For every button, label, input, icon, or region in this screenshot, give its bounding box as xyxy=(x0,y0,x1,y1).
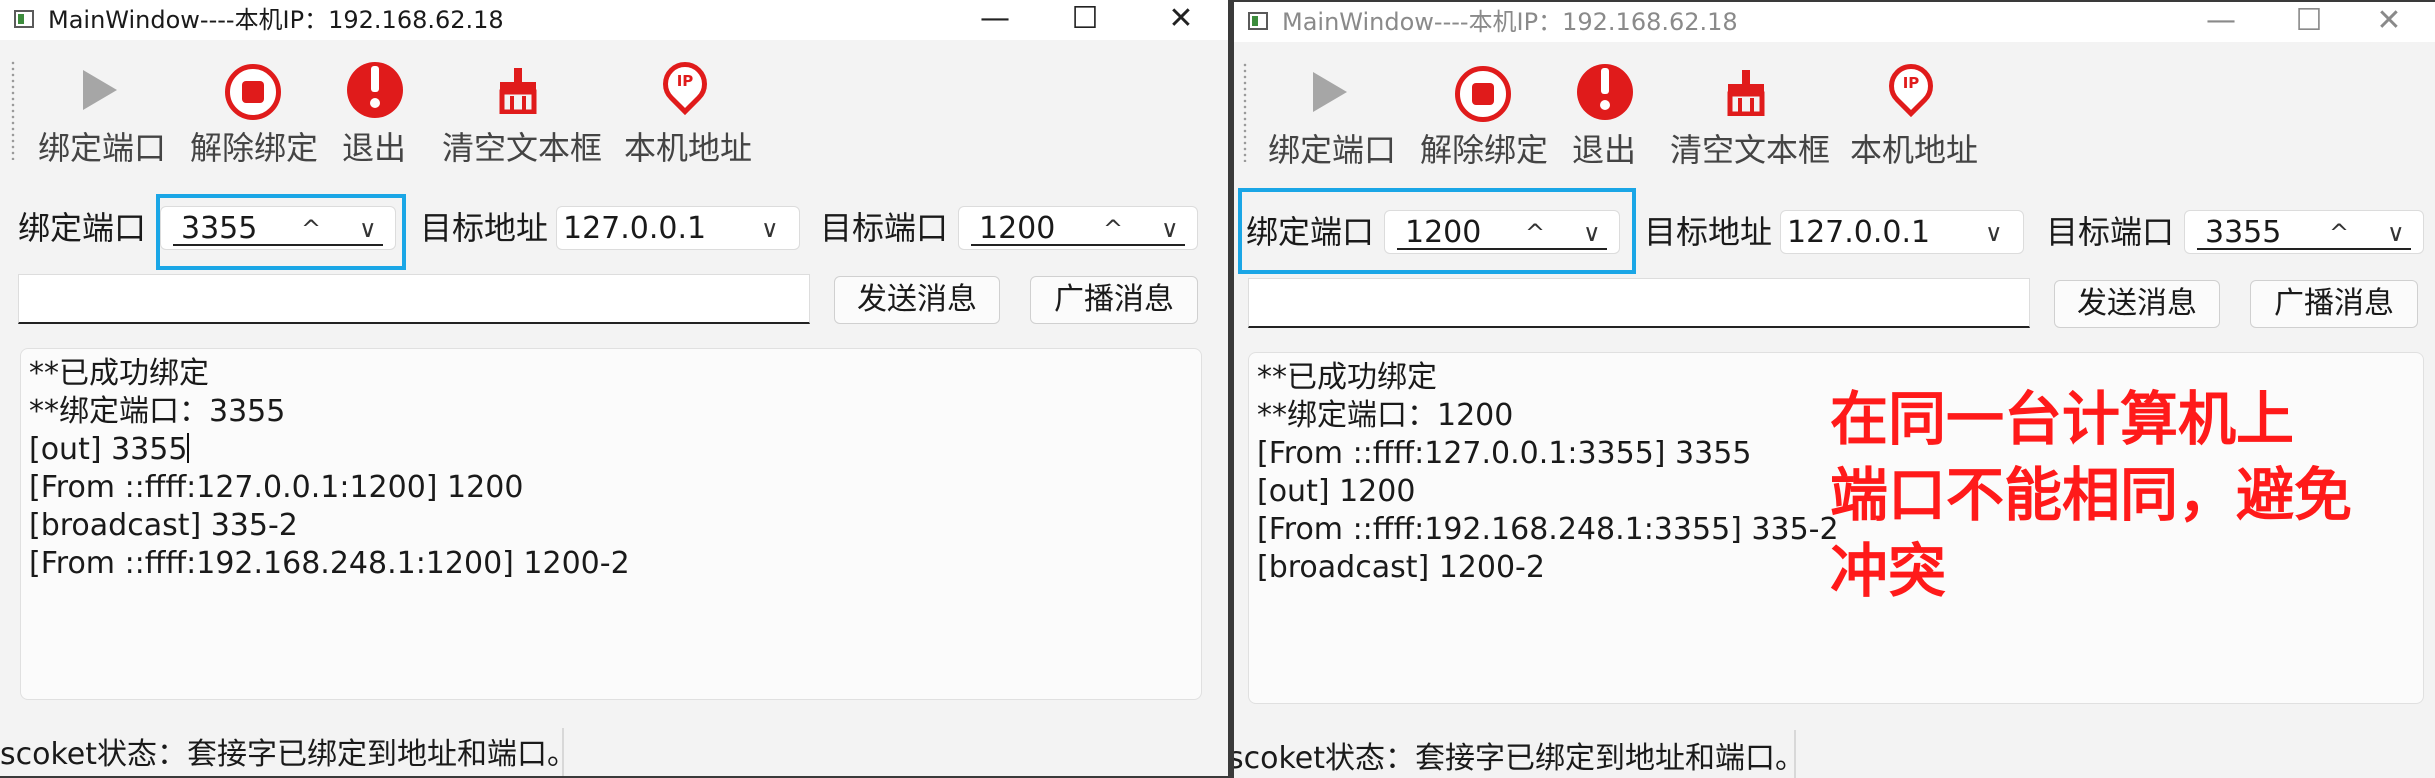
annotation-line-3: 冲突 xyxy=(1830,537,1947,605)
main-window-right: MainWindow----本机IP：192.168.62.18 — ☐ ✕ 绑… xyxy=(1234,2,2435,778)
broom-icon xyxy=(499,68,537,114)
target-port-spinbox[interactable]: 3355 ^ ∨ xyxy=(2184,210,2424,254)
app-icon xyxy=(1248,12,1268,30)
target-address-label: 目标地址 xyxy=(1644,213,1773,251)
chevron-down-icon[interactable]: ∨ xyxy=(2387,217,2405,249)
clear-text-tool[interactable]: 清空文本框 xyxy=(442,62,603,168)
text-cursor xyxy=(187,433,190,463)
broadcast-message-button[interactable]: 广播消息 xyxy=(1030,276,1198,324)
chevron-down-icon[interactable]: ∨ xyxy=(1985,217,2003,249)
exclamation-icon xyxy=(1577,64,1633,120)
maximize-button[interactable]: ☐ xyxy=(1040,0,1130,40)
bind-port-label: 绑定端口 xyxy=(18,209,147,247)
message-input[interactable] xyxy=(18,274,810,324)
minimize-button[interactable]: — xyxy=(2176,2,2266,42)
send-message-button[interactable]: 发送消息 xyxy=(834,276,1000,324)
tool-label: 退出 xyxy=(1572,131,1637,169)
tool-label: 退出 xyxy=(342,129,407,167)
target-port-label: 目标端口 xyxy=(2046,213,2175,251)
chevron-up-icon[interactable]: ^ xyxy=(2329,217,2349,249)
message-input[interactable] xyxy=(1248,278,2030,328)
target-address-value: 127.0.0.1 xyxy=(563,211,707,246)
chevron-down-icon[interactable]: ∨ xyxy=(1161,213,1179,245)
play-icon xyxy=(83,70,117,110)
chevron-down-icon[interactable]: ∨ xyxy=(761,213,779,245)
status-divider xyxy=(1794,730,1796,778)
target-address-label: 目标地址 xyxy=(420,209,549,247)
app-icon xyxy=(14,10,34,28)
chevron-up-icon[interactable]: ^ xyxy=(1103,213,1123,245)
target-address-combobox[interactable]: 127.0.0.1 ∨ xyxy=(1780,210,2024,254)
tool-label: 解除绑定 xyxy=(190,129,319,167)
tool-label: 绑定端口 xyxy=(1268,131,1397,169)
log-line: [From ::ffff:127.0.0.1:3355] 3355 xyxy=(1257,436,1752,471)
toolbar: 绑定端口 解除绑定 退出 清空文本框 IP 本机地址 xyxy=(1234,46,2435,176)
target-port-label: 目标端口 xyxy=(820,209,949,247)
log-line: **绑定端口：1200 xyxy=(1257,398,1514,433)
exit-tool[interactable]: 退出 xyxy=(342,62,406,168)
log-line: **已成功绑定 xyxy=(29,356,209,391)
log-line: [From ::ffff:192.168.248.1:3355] 335-2 xyxy=(1257,512,1839,547)
target-address-value: 127.0.0.1 xyxy=(1787,215,1931,250)
broadcast-message-button[interactable]: 广播消息 xyxy=(2250,280,2418,328)
log-line: [broadcast] 1200-2 xyxy=(1257,550,1545,585)
tool-label: 清空文本框 xyxy=(442,129,603,167)
status-bar-text: scoket状态：套接字已绑定到地址和端口。 xyxy=(0,737,578,772)
maximize-button[interactable]: ☐ xyxy=(2264,2,2354,42)
log-line: [out] 3355 xyxy=(29,432,188,467)
toolbar-grip[interactable] xyxy=(10,60,16,160)
log-line: **绑定端口：3355 xyxy=(29,394,286,429)
minimize-button[interactable]: — xyxy=(950,0,1040,40)
window-title: MainWindow----本机IP：192.168.62.18 xyxy=(1282,8,1738,36)
annotation-line-2: 端口不能相同，避免 xyxy=(1830,461,2353,529)
title-bar[interactable]: MainWindow----本机IP：192.168.62.18 — ☐ ✕ xyxy=(1234,2,2435,42)
local-address-tool[interactable]: IP 本机地址 xyxy=(1850,54,1979,170)
unbind-tool[interactable]: 解除绑定 xyxy=(1420,64,1549,170)
log-line: [From ::ffff:192.168.248.1:1200] 1200-2 xyxy=(29,546,630,581)
bind-port-tool[interactable]: 绑定端口 xyxy=(38,62,167,168)
send-message-button[interactable]: 发送消息 xyxy=(2054,280,2220,328)
log-line: [From ::ffff:127.0.0.1:1200] 1200 xyxy=(29,470,524,505)
log-line: **已成功绑定 xyxy=(1257,360,1437,395)
play-icon xyxy=(1313,72,1347,112)
focus-highlight xyxy=(1238,188,1636,274)
toolbar: 绑定端口 解除绑定 退出 清空文本框 IP 本机地址 xyxy=(0,44,1228,174)
exit-tool[interactable]: 退出 xyxy=(1572,64,1636,170)
broom-icon xyxy=(1727,70,1765,116)
target-address-combobox[interactable]: 127.0.0.1 ∨ xyxy=(556,206,800,250)
status-divider xyxy=(562,728,564,776)
title-bar[interactable]: MainWindow----本机IP：192.168.62.18 — ☐ ✕ xyxy=(0,0,1228,40)
exclamation-icon xyxy=(347,62,403,118)
unbind-tool[interactable]: 解除绑定 xyxy=(190,62,319,168)
tool-label: 本机地址 xyxy=(624,129,753,167)
log-line-with-cursor: [out] 3355 xyxy=(29,431,190,469)
close-button[interactable]: ✕ xyxy=(2344,2,2434,42)
main-window-left: MainWindow----本机IP：192.168.62.18 — ☐ ✕ 绑… xyxy=(0,0,1228,776)
stop-icon xyxy=(225,64,281,120)
annotation-line-1: 在同一台计算机上 xyxy=(1830,385,2295,453)
target-port-value: 1200 xyxy=(979,211,1056,246)
log-line: [out] 1200 xyxy=(1257,474,1416,509)
tool-label: 绑定端口 xyxy=(38,129,167,167)
tool-label: 解除绑定 xyxy=(1420,131,1549,169)
clear-text-tool[interactable]: 清空文本框 xyxy=(1670,64,1831,170)
status-bar-text: scoket状态：套接字已绑定到地址和端口。 xyxy=(1234,741,1806,776)
stop-icon xyxy=(1455,66,1511,122)
target-port-value: 3355 xyxy=(2205,215,2282,250)
tool-label: 清空文本框 xyxy=(1670,131,1831,169)
local-address-tool[interactable]: IP 本机地址 xyxy=(624,52,753,168)
target-port-spinbox[interactable]: 1200 ^ ∨ xyxy=(958,206,1198,250)
message-log[interactable]: **已成功绑定 **绑定端口：3355 [out] 3355 [From ::f… xyxy=(20,348,1202,700)
tool-label: 本机地址 xyxy=(1850,131,1979,169)
close-button[interactable]: ✕ xyxy=(1136,0,1226,40)
log-line: [broadcast] 335-2 xyxy=(29,508,298,543)
toolbar-grip[interactable] xyxy=(1242,62,1248,162)
bind-port-tool[interactable]: 绑定端口 xyxy=(1268,64,1397,170)
focus-highlight xyxy=(156,194,406,270)
window-title: MainWindow----本机IP：192.168.62.18 xyxy=(48,6,504,34)
